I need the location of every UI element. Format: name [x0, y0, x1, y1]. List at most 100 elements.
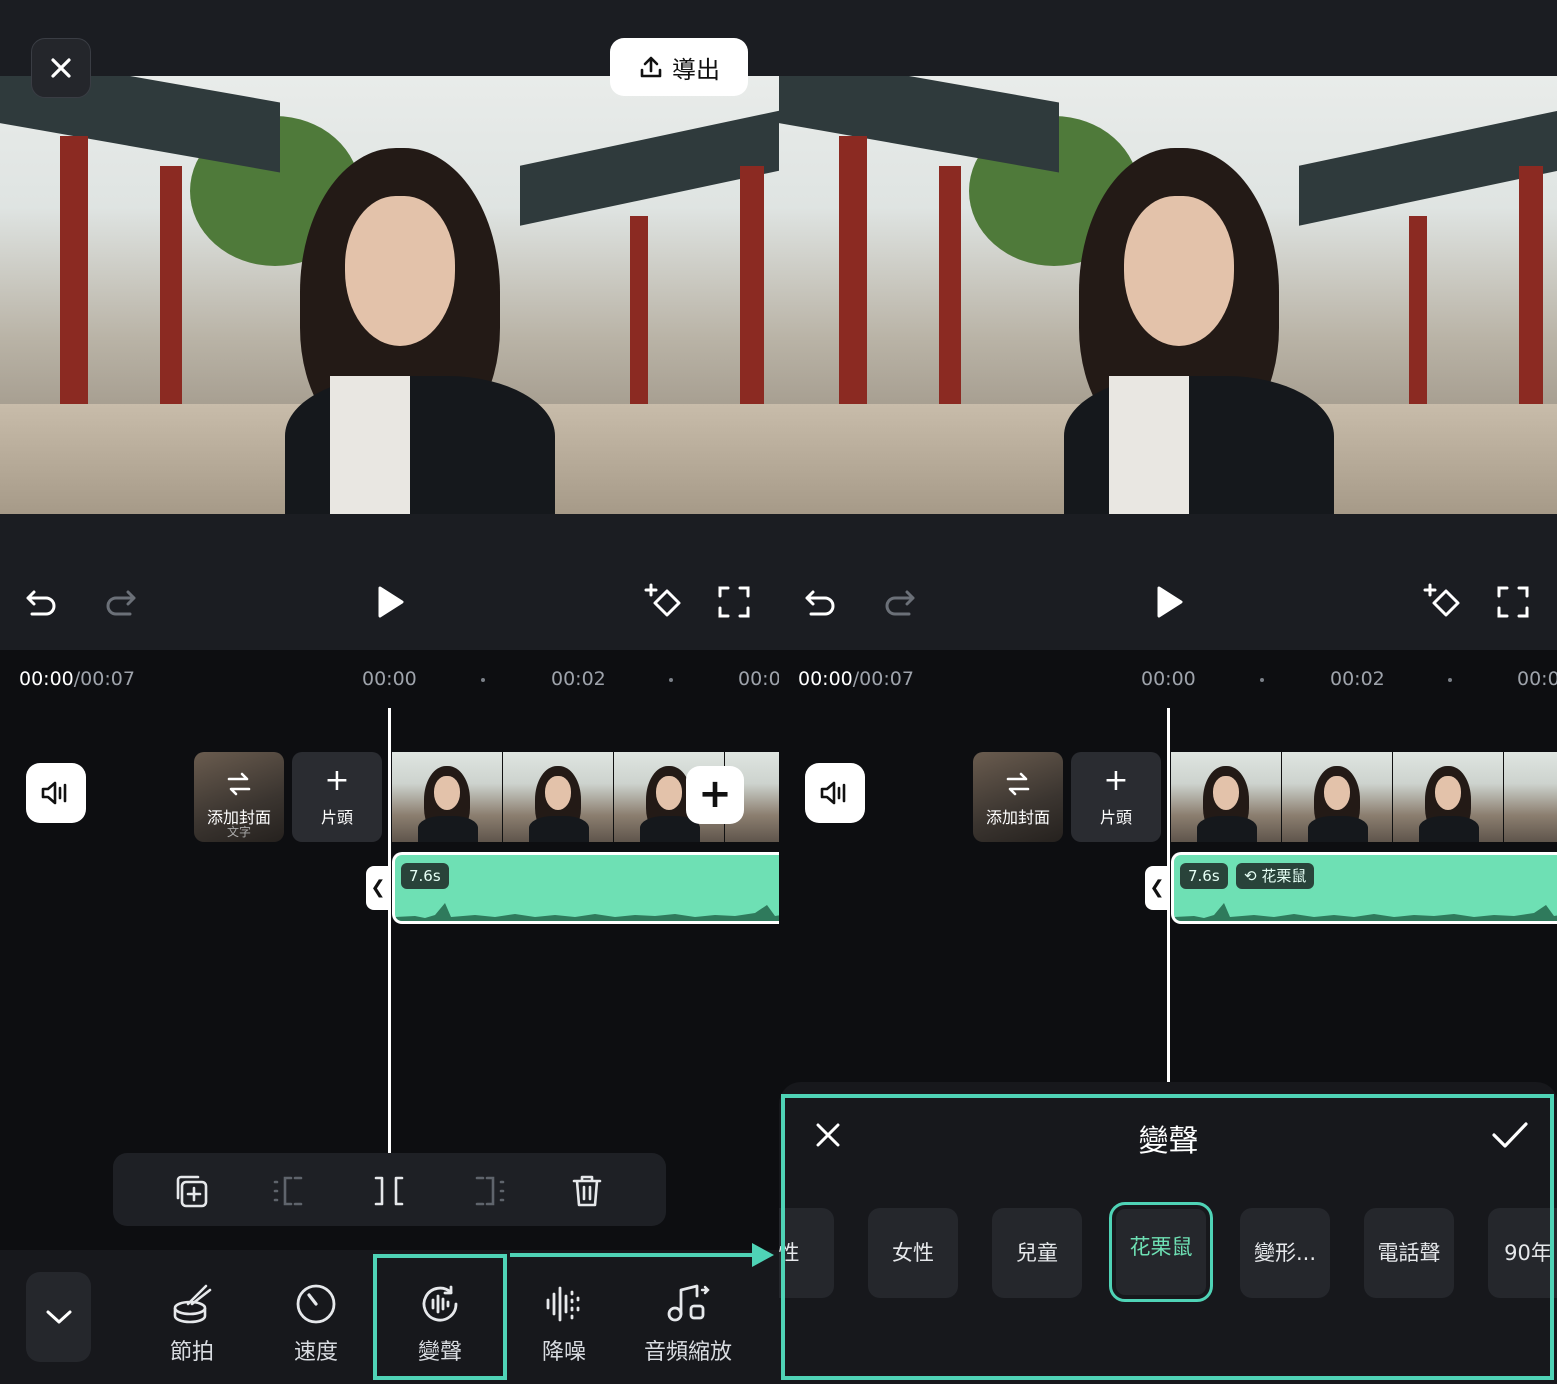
beat-button[interactable]: 節拍: [137, 1280, 247, 1370]
split-button[interactable]: [369, 1171, 409, 1211]
callout-arrow-head: [752, 1243, 774, 1267]
fullscreen-icon: [1497, 586, 1529, 618]
fullscreen-button[interactable]: [1493, 582, 1533, 622]
swap-icon: [1006, 772, 1030, 796]
add-keyframe-button[interactable]: [642, 580, 688, 624]
trim-handle[interactable]: ❮: [1145, 866, 1169, 910]
top-bar: [779, 0, 1557, 76]
duration-badge: 7.6s: [401, 863, 449, 889]
close-button[interactable]: [31, 38, 91, 98]
fullscreen-button[interactable]: [714, 582, 754, 622]
add-cover-button[interactable]: 添加封面 文字: [194, 752, 284, 842]
close-icon: [51, 58, 71, 78]
trim-start-icon: [273, 1176, 303, 1206]
trash-icon: [572, 1175, 602, 1207]
clip-frame: [1393, 752, 1504, 842]
playhead[interactable]: [1167, 708, 1170, 1082]
split-icon: [374, 1176, 404, 1206]
frame-jacket: [1308, 816, 1368, 842]
speaker-icon: [820, 781, 846, 805]
trim-end-button[interactable]: [468, 1171, 508, 1211]
duration-badge: 7.6s: [1180, 863, 1228, 889]
duplicate-button[interactable]: [171, 1171, 211, 1211]
trim-start-button[interactable]: [270, 1171, 310, 1211]
mute-button[interactable]: [805, 763, 865, 823]
undo-button[interactable]: [22, 582, 62, 622]
noise-reduction-button[interactable]: 降噪: [509, 1280, 619, 1370]
video-preview[interactable]: [779, 76, 1557, 514]
person-face: [1124, 196, 1234, 346]
timecode: 00:00/00:07: [19, 668, 135, 690]
ruler-dot: [669, 678, 673, 682]
ruler-tick: 00:00: [362, 668, 417, 690]
undo-icon: [26, 590, 56, 616]
timecode: 00:00/00:07: [798, 668, 914, 690]
video-preview[interactable]: [0, 76, 779, 514]
chevron-down-icon: [46, 1310, 71, 1324]
trim-handle[interactable]: ❮: [366, 866, 390, 910]
video-clip[interactable]: [1171, 752, 1557, 842]
frame-face: [434, 776, 460, 810]
mute-button[interactable]: [26, 763, 86, 823]
audio-stretch-label: 音頻縮放: [643, 1340, 732, 1365]
play-icon: [378, 586, 404, 618]
person-shirt: [1109, 376, 1189, 514]
plus-icon: +: [1103, 763, 1129, 798]
redo-icon: [106, 590, 136, 616]
fullscreen-icon: [718, 586, 750, 618]
redo-button[interactable]: [879, 582, 919, 622]
waveform: [1174, 903, 1557, 921]
undo-button[interactable]: [801, 582, 841, 622]
play-button[interactable]: [1149, 582, 1189, 622]
add-cover-button[interactable]: 添加封面: [973, 752, 1063, 842]
trim-end-icon: [475, 1176, 505, 1206]
ruler-tick: 00:00: [1141, 668, 1196, 690]
ruler-tick: 00:02: [551, 668, 606, 690]
speed-button[interactable]: 速度: [261, 1280, 371, 1370]
clip-frame: [1282, 752, 1393, 842]
waveform: [395, 903, 779, 921]
audio-track[interactable]: 7.6s ⟲ 花栗鼠: [1171, 852, 1557, 924]
play-button[interactable]: [370, 582, 410, 622]
cover-label: 添加封面: [985, 808, 1050, 827]
frame-face: [1213, 776, 1239, 810]
add-keyframe-button[interactable]: [1421, 580, 1467, 624]
speed-icon: [296, 1284, 336, 1324]
add-intro-button[interactable]: + 片頭: [292, 752, 382, 842]
frame-face: [1324, 776, 1350, 810]
export-button[interactable]: 導出: [610, 38, 748, 96]
delete-button[interactable]: [567, 1171, 607, 1211]
person-face: [345, 196, 455, 346]
clip-frame: [1504, 752, 1557, 842]
audio-track[interactable]: 7.6s: [392, 852, 779, 924]
collapse-button[interactable]: [26, 1272, 91, 1362]
clip-frame: [392, 752, 503, 842]
beat-label: 節拍: [169, 1340, 214, 1365]
noise-reduction-label: 降噪: [541, 1340, 586, 1365]
ruler-tick: 00:02: [1330, 668, 1385, 690]
clip-frame: [1171, 752, 1282, 842]
keyframe-icon: [644, 583, 681, 617]
frame-face: [1435, 776, 1461, 810]
intro-label: 片頭: [320, 808, 353, 827]
current-time: 00:00: [798, 668, 853, 690]
upload-icon: [640, 56, 662, 78]
person-shirt: [330, 376, 410, 514]
current-time: 00:00: [19, 668, 74, 690]
plus-icon: +: [324, 763, 350, 798]
temple-roof: [779, 76, 1059, 173]
intro-label: 片頭: [1099, 808, 1132, 827]
frame-jacket: [418, 816, 478, 842]
redo-icon: [885, 590, 915, 616]
add-clip-button[interactable]: +: [686, 766, 744, 824]
play-icon: [1157, 586, 1183, 618]
add-intro-button[interactable]: + 片頭: [1071, 752, 1161, 842]
audio-stretch-button[interactable]: 音頻縮放: [633, 1280, 743, 1370]
beat-icon: [173, 1284, 212, 1324]
person-jacket: [1064, 376, 1334, 514]
duplicate-icon: [176, 1175, 208, 1208]
undo-icon: [805, 590, 835, 616]
frame-jacket: [529, 816, 589, 842]
redo-button[interactable]: [100, 582, 140, 622]
playhead[interactable]: [388, 708, 391, 1153]
